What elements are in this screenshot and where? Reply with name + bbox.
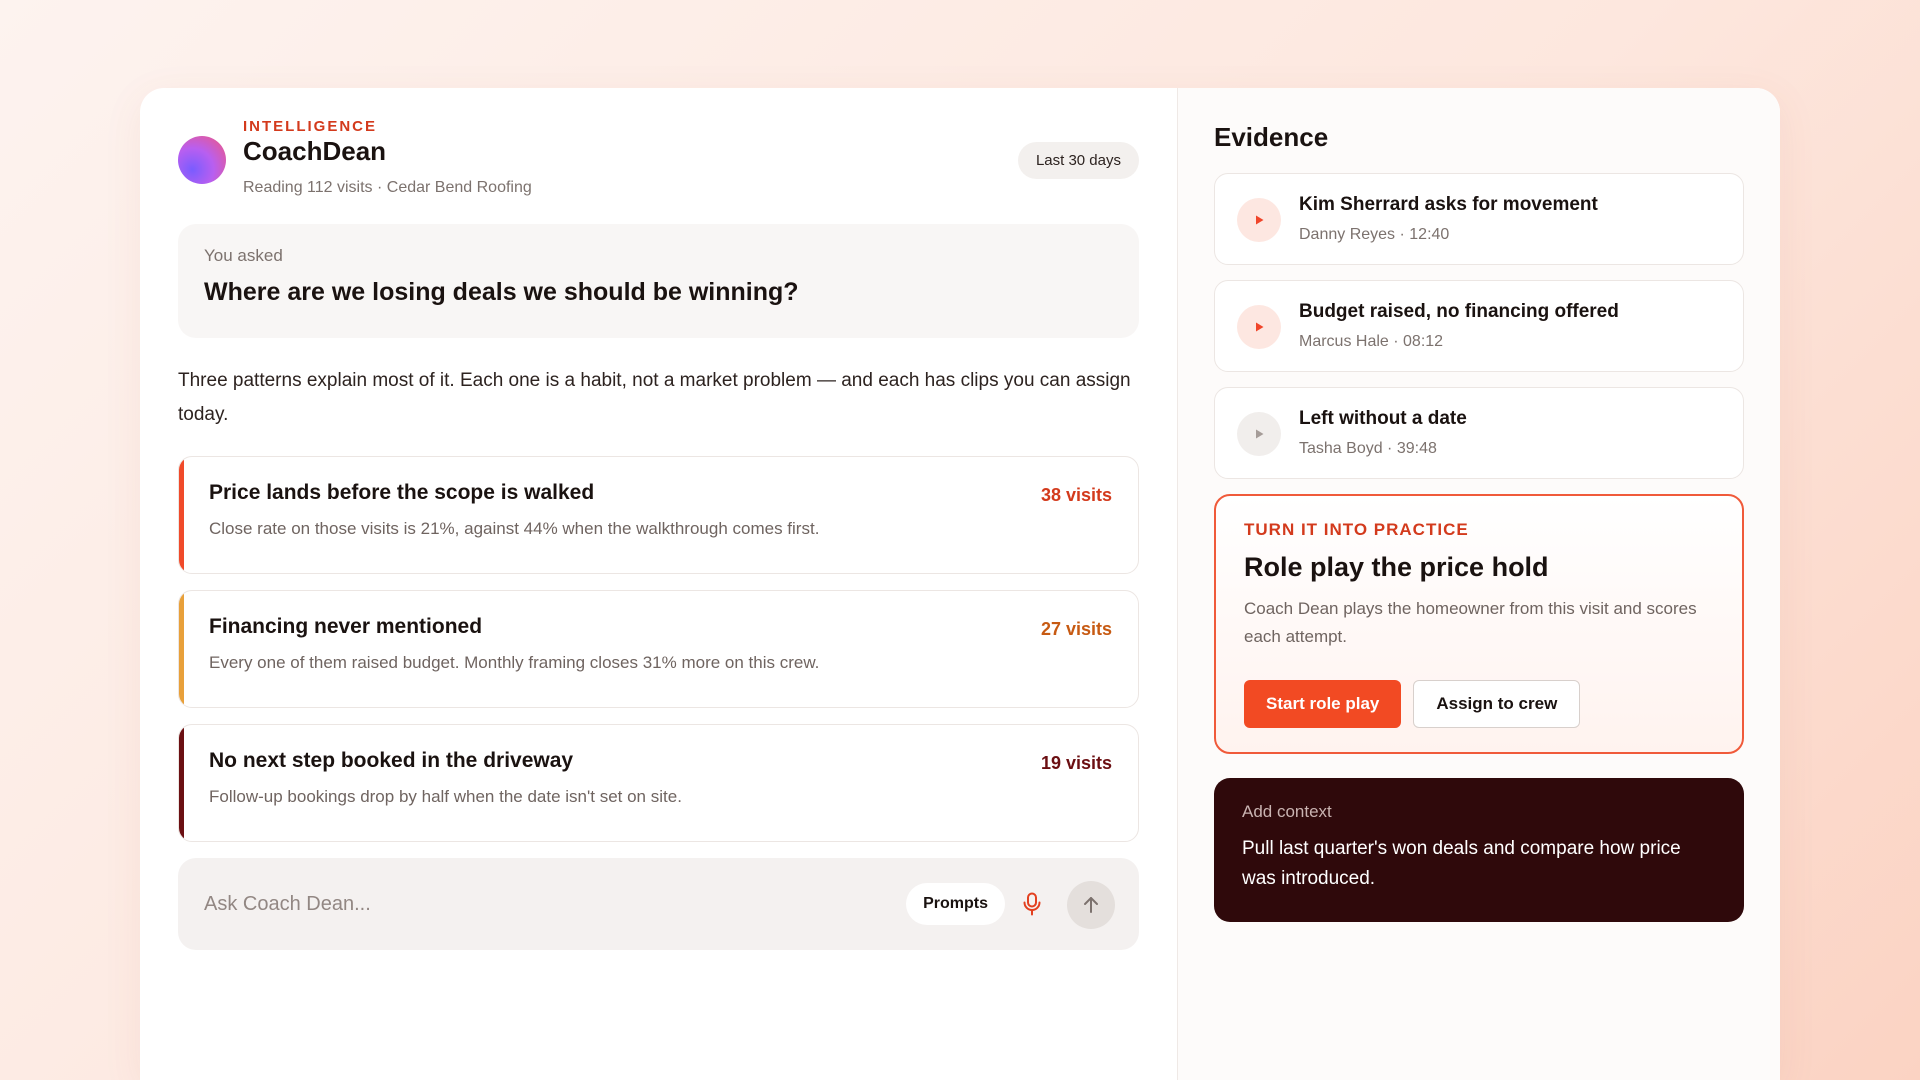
practice-actions: Start role play Assign to crew [1244,680,1581,728]
question-text: Where are we losing deals we should be w… [204,278,799,306]
app-subtitle: Reading 112 visits · Cedar Bend Roofing [243,179,532,196]
prompts-button[interactable]: Prompts [906,883,1005,925]
question-label: You asked [204,246,283,265]
evidence-title: Evidence [1214,122,1329,152]
clip-item[interactable]: Left without a date Tasha Boyd · 39:48 [1214,387,1744,479]
ask-input[interactable] [204,886,884,922]
start-role-play-button[interactable]: Start role play [1244,680,1402,728]
practice-description: Coach Dean plays the homeowner from this… [1244,599,1697,646]
practice-title: Role play the price hold [1244,552,1549,582]
pattern-accent-bar [179,725,184,841]
clip-meta: Tasha Boyd · 39:48 [1299,440,1437,457]
pattern-list: Price lands before the scope is walked C… [178,456,1139,842]
clip-item[interactable]: Budget raised, no financing offered Marc… [1214,280,1744,372]
pattern-title: Financing never mentioned [209,615,483,638]
app-header: INTELLIGENCE CoachDean Reading 112 visit… [178,118,1139,216]
play-icon[interactable] [1237,412,1281,456]
question-card: You asked Where are we losing deals we s… [178,224,1139,338]
pattern-card[interactable]: No next step booked in the driveway Foll… [178,724,1139,842]
practice-card: TURN IT INTO PRACTICE Role play the pric… [1214,494,1744,754]
pattern-accent-bar [179,457,184,573]
context-text: Pull last quarter's won deals and compar… [1242,838,1681,889]
clip-item[interactable]: Kim Sherrard asks for movement Danny Rey… [1214,173,1744,265]
context-card[interactable]: Add context Pull last quarter's won deal… [1214,778,1744,922]
pattern-description: Follow-up bookings drop by half when the… [209,787,682,806]
pattern-count: 27 visits [1040,619,1112,639]
pattern-count: 38 visits [1040,485,1112,505]
arrow-up-icon [1084,897,1098,913]
context-label: Add context [1242,802,1332,821]
app-title: CoachDean [243,136,387,166]
practice-eyebrow: TURN IT INTO PRACTICE [1244,520,1469,539]
pattern-accent-bar [179,591,184,707]
avatar [178,136,226,184]
header-eyebrow: INTELLIGENCE [243,118,378,135]
pattern-title: No next step booked in the driveway [209,749,574,772]
clip-title: Left without a date [1299,408,1467,429]
clip-meta: Danny Reyes · 12:40 [1299,226,1450,243]
play-icon[interactable] [1237,305,1281,349]
clip-meta: Marcus Hale · 08:12 [1299,333,1444,350]
pattern-card[interactable]: Financing never mentioned Every one of t… [178,590,1139,708]
answer-text: Three patterns explain most of it. Each … [178,370,1131,425]
clip-title: Budget raised, no financing offered [1299,301,1619,322]
microphone-icon[interactable] [1015,886,1049,922]
date-range-button[interactable]: Last 30 days [1017,142,1139,179]
main-card: INTELLIGENCE CoachDean Reading 112 visit… [140,88,1780,1080]
pattern-description: Close rate on those visits is 21%, again… [209,519,820,538]
pattern-description: Every one of them raised budget. Monthly… [209,653,820,672]
send-button[interactable] [1067,881,1115,929]
evidence-panel: Evidence Kim Sherrard asks for movement … [1177,88,1780,1080]
play-icon[interactable] [1237,198,1281,242]
pattern-title: Price lands before the scope is walked [209,481,595,504]
chat-panel: INTELLIGENCE CoachDean Reading 112 visit… [140,88,1177,1080]
assign-to-crew-button[interactable]: Assign to crew [1413,680,1581,728]
clip-title: Kim Sherrard asks for movement [1299,194,1598,215]
pattern-card[interactable]: Price lands before the scope is walked C… [178,456,1139,574]
pattern-count: 19 visits [1040,753,1112,773]
clip-list: Kim Sherrard asks for movement Danny Rey… [1214,173,1744,479]
ask-bar: Prompts [178,858,1139,950]
